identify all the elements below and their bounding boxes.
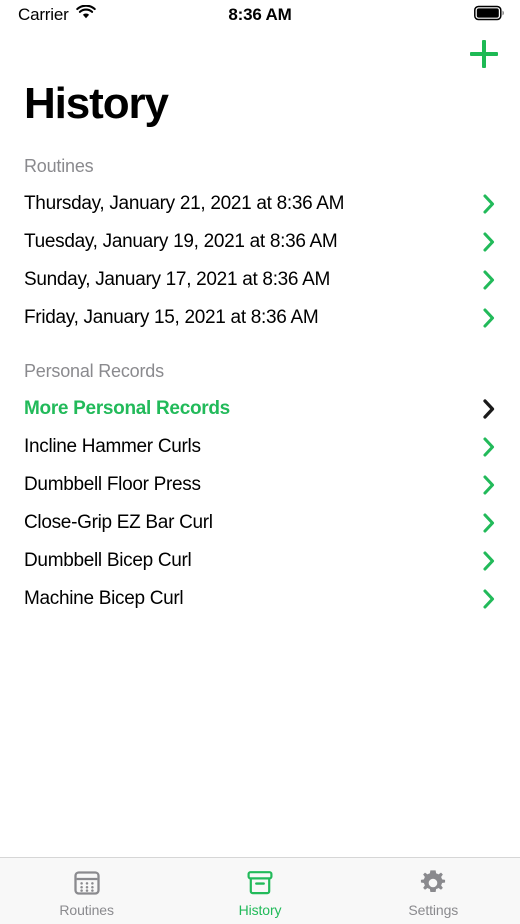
status-bar-right <box>474 5 506 26</box>
personal-record-label: Dumbbell Bicep Curl <box>24 550 192 571</box>
tab-settings-label: Settings <box>408 902 459 918</box>
routine-row-label: Thursday, January 21, 2021 at 8:36 AM <box>24 193 345 214</box>
more-personal-records-row[interactable]: More Personal Records <box>0 390 520 428</box>
history-list: Routines Thursday, January 21, 2021 at 8… <box>0 150 520 857</box>
nav-bar <box>0 30 520 78</box>
chevron-right-icon <box>482 231 496 253</box>
tab-routines[interactable]: Routines <box>0 858 173 924</box>
archive-box-icon <box>246 868 274 898</box>
routine-row[interactable]: Tuesday, January 19, 2021 at 8:36 AM <box>0 223 520 261</box>
battery-full-icon <box>474 5 506 26</box>
status-bar-clock: 8:36 AM <box>228 5 292 24</box>
page-title: History <box>24 79 169 128</box>
personal-record-label: Incline Hammer Curls <box>24 436 201 457</box>
chevron-right-icon <box>482 550 496 572</box>
routine-row[interactable]: Friday, January 15, 2021 at 8:36 AM <box>0 299 520 337</box>
section-header-personal-records: Personal Records <box>24 361 164 381</box>
routine-row[interactable]: Sunday, January 17, 2021 at 8:36 AM <box>0 261 520 299</box>
chevron-right-icon <box>482 588 496 610</box>
personal-record-row[interactable]: Incline Hammer Curls <box>0 428 520 466</box>
chevron-right-icon <box>482 512 496 534</box>
personal-record-row[interactable]: Close-Grip EZ Bar Curl <box>0 504 520 542</box>
chevron-right-icon <box>482 307 496 329</box>
routine-row-label: Sunday, January 17, 2021 at 8:36 AM <box>24 269 331 290</box>
status-bar: Carrier 8:36 AM <box>0 0 520 30</box>
chevron-right-icon <box>482 398 496 420</box>
personal-record-label: Machine Bicep Curl <box>24 588 184 609</box>
tab-settings[interactable]: Settings <box>347 858 520 924</box>
personal-record-label: Dumbbell Floor Press <box>24 474 201 495</box>
plus-icon-vertical <box>482 40 486 68</box>
tab-history[interactable]: History <box>173 858 346 924</box>
routine-row-label: Tuesday, January 19, 2021 at 8:36 AM <box>24 231 338 252</box>
calendar-icon <box>72 868 102 898</box>
chevron-right-icon <box>482 436 496 458</box>
app-screen: Carrier 8:36 AM History Routines Thursda… <box>0 0 520 924</box>
gear-icon <box>418 868 448 898</box>
tab-history-label: History <box>238 902 282 918</box>
more-personal-records-label: More Personal Records <box>24 398 230 419</box>
routine-row-label: Friday, January 15, 2021 at 8:36 AM <box>24 307 319 328</box>
personal-record-label: Close-Grip EZ Bar Curl <box>24 512 213 533</box>
add-workout-button[interactable] <box>466 36 502 72</box>
personal-record-row[interactable]: Machine Bicep Curl <box>0 580 520 618</box>
tab-routines-label: Routines <box>59 902 114 918</box>
chevron-right-icon <box>482 269 496 291</box>
section-header-routines: Routines <box>24 156 94 176</box>
routine-row[interactable]: Thursday, January 21, 2021 at 8:36 AM <box>0 185 520 223</box>
chevron-right-icon <box>482 474 496 496</box>
personal-record-row[interactable]: Dumbbell Floor Press <box>0 466 520 504</box>
personal-record-row[interactable]: Dumbbell Bicep Curl <box>0 542 520 580</box>
tab-bar: Routines History Settings <box>0 857 520 924</box>
chevron-right-icon <box>482 193 496 215</box>
